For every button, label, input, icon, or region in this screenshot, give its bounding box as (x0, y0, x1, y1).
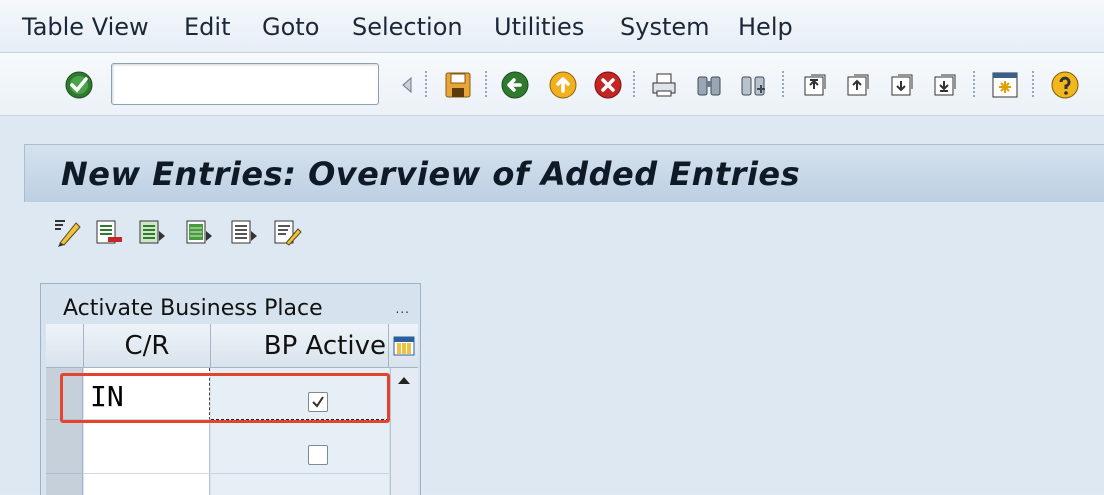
bp-active-checkbox[interactable] (308, 445, 328, 465)
toolbar-separator (782, 71, 784, 99)
exit-icon[interactable] (548, 70, 578, 100)
help-icon[interactable] (1050, 70, 1080, 100)
cancel-icon[interactable] (593, 70, 623, 100)
title-bar: New Entries: Overview of Added Entries (24, 144, 1104, 203)
column-header-cr[interactable]: C/R (84, 324, 211, 368)
collapse-arrow-icon[interactable] (392, 70, 422, 100)
back-icon[interactable] (500, 70, 530, 100)
table-settings-icon[interactable] (389, 324, 418, 368)
menu-goto[interactable]: Goto (262, 13, 319, 41)
save-icon[interactable] (443, 70, 473, 100)
standard-toolbar (0, 53, 1104, 116)
print-icon[interactable] (649, 70, 679, 100)
bp-active-cell (211, 474, 389, 495)
menu-edit[interactable]: Edit (184, 13, 230, 41)
toolbar-separator (485, 71, 487, 99)
row-selector[interactable] (46, 420, 83, 474)
toolbar-separator (1032, 71, 1034, 99)
column-header-bp-active[interactable]: BP Active (211, 324, 389, 368)
delete-icon[interactable] (94, 217, 124, 247)
application-toolbar (24, 202, 1104, 264)
highlight-box (60, 373, 390, 423)
deselect-all-icon[interactable] (229, 217, 259, 247)
menu-selection[interactable]: Selection (352, 13, 463, 41)
toolbar-separator (633, 71, 635, 99)
cr-input-cell[interactable] (84, 474, 210, 495)
change-display-icon[interactable] (52, 217, 82, 247)
menu-table-view[interactable]: Table View (22, 13, 149, 41)
menu-help[interactable]: Help (738, 13, 793, 41)
cr-input-cell[interactable] (84, 420, 210, 474)
scroll-up-icon[interactable] (396, 374, 412, 386)
command-field[interactable] (111, 63, 379, 105)
page-title: New Entries: Overview of Added Entries (61, 155, 801, 193)
first-page-icon[interactable] (800, 70, 830, 100)
menu-bar: Table View Edit Goto Selection Utilities… (0, 0, 1104, 53)
row-selector[interactable] (46, 474, 83, 495)
create-session-icon[interactable] (990, 70, 1020, 100)
toolbar-separator (973, 71, 975, 99)
table-title: Activate Business Place (63, 296, 323, 321)
details-icon[interactable] (272, 217, 302, 247)
table-title-more[interactable]: ... (396, 302, 410, 316)
menu-utilities[interactable]: Utilities (494, 13, 584, 41)
select-block-icon[interactable] (184, 217, 214, 247)
next-page-icon[interactable] (887, 70, 917, 100)
row-selector-header[interactable] (46, 324, 84, 368)
bp-active-cell (211, 420, 389, 474)
enter-icon[interactable] (64, 70, 94, 100)
find-next-icon[interactable] (738, 70, 768, 100)
select-all-icon[interactable] (137, 217, 167, 247)
find-icon[interactable] (694, 70, 724, 100)
last-page-icon[interactable] (930, 70, 960, 100)
vertical-scrollbar[interactable] (390, 368, 418, 495)
previous-page-icon[interactable] (843, 70, 873, 100)
toolbar-separator (425, 71, 427, 99)
menu-system[interactable]: System (620, 13, 710, 41)
